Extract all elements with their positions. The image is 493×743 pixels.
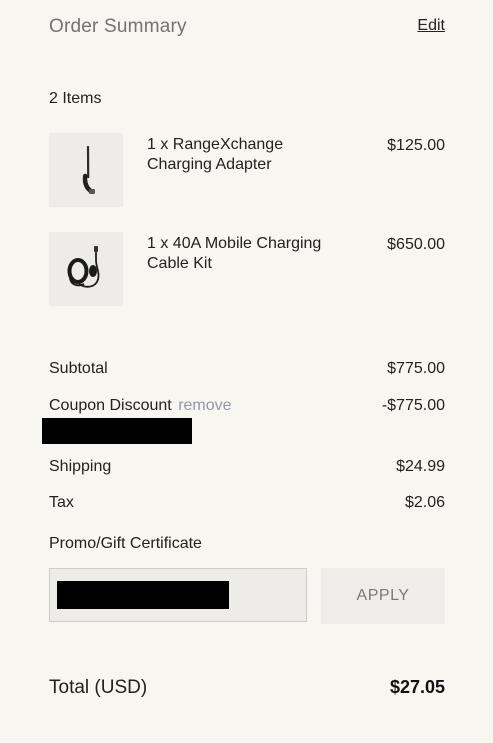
tax-label: Tax — [49, 494, 74, 511]
remove-coupon-link[interactable]: remove — [178, 397, 231, 414]
item-price: $650.00 — [387, 236, 445, 253]
charging-cable-icon — [67, 246, 100, 288]
shipping-label: Shipping — [49, 458, 112, 475]
shipping-row: Shipping $24.99 — [49, 458, 445, 480]
coupon-discount-value: -$775.00 — [381, 397, 445, 414]
total-row: Total (USD) $27.05 — [49, 677, 445, 703]
coupon-discount-row: Coupon Discount remove -$775.00 — [49, 397, 445, 419]
subtotal-row: Subtotal $775.00 — [49, 360, 445, 382]
order-summary-title: Order Summary — [49, 16, 187, 37]
items-count: 2 Items — [49, 90, 102, 107]
tax-value: $2.06 — [404, 494, 445, 511]
redacted-coupon-code — [42, 418, 192, 444]
item-name: 1 x RangeXchange Charging Adapter — [147, 136, 284, 173]
promo-label: Promo/Gift Certificate — [49, 535, 202, 552]
subtotal-label: Subtotal — [49, 360, 108, 377]
charging-adapter-icon — [82, 145, 95, 194]
tax-row: Tax $2.06 — [49, 494, 445, 516]
edit-link[interactable]: Edit — [417, 17, 445, 35]
shipping-value: $24.99 — [396, 458, 445, 475]
apply-button[interactable]: APPLY — [321, 568, 445, 624]
charging-cable-kit-image — [49, 232, 123, 306]
subtotal-value: $775.00 — [387, 360, 445, 377]
order-summary-header: Order Summary Edit — [49, 16, 445, 40]
item-name: 1 x 40A Mobile Charging Cable Kit — [147, 235, 322, 272]
coupon-discount-label: Coupon Discount — [49, 397, 172, 414]
redacted-promo-code — [57, 581, 229, 609]
cart-item: 1 x RangeXchange Charging Adapter $125.0… — [49, 133, 445, 209]
total-value: $27.05 — [389, 677, 445, 697]
total-label: Total (USD) — [49, 677, 148, 698]
item-price: $125.00 — [387, 137, 445, 154]
order-summary-panel: Order Summary Edit 2 Items 1 x RangeXcha… — [42, 0, 445, 743]
coupon-discount-label-group: Coupon Discount remove — [49, 397, 232, 415]
charging-adapter-image — [49, 133, 123, 207]
cart-item: 1 x 40A Mobile Charging Cable Kit $650.0… — [49, 232, 445, 308]
